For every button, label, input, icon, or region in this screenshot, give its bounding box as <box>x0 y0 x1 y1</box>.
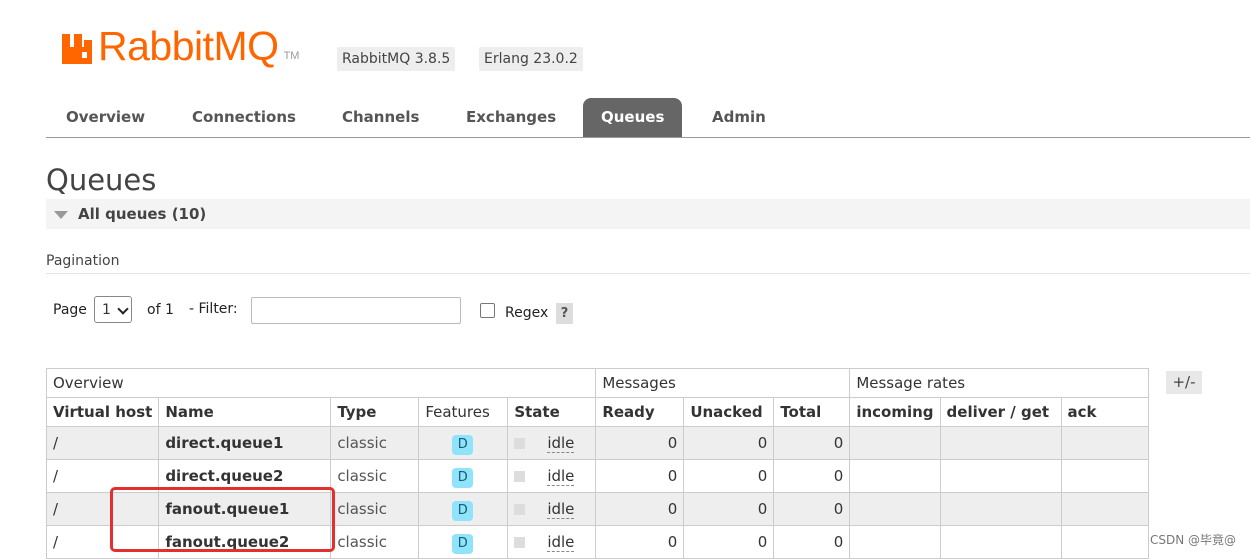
column-header-total[interactable]: Total <box>773 397 851 427</box>
durable-badge: D <box>452 435 474 455</box>
cell-incoming <box>849 426 941 460</box>
cell-ack <box>1060 525 1149 559</box>
cell-unacked: 0 <box>683 459 775 493</box>
state-indicator-icon <box>514 504 526 515</box>
all-queues-label[interactable]: All queues (10) <box>78 205 206 223</box>
cell-ready: 0 <box>595 525 685 559</box>
column-header-features: Features <box>418 397 509 427</box>
cell-type: classic <box>330 459 420 493</box>
cell-vhost: / <box>45 426 160 460</box>
cell-total: 0 <box>773 426 851 460</box>
pagination-divider <box>46 273 1250 274</box>
annotation-highlight-box <box>110 487 335 552</box>
page-select-value: 1 <box>102 302 111 318</box>
state-text: idle <box>547 467 575 486</box>
cell-unacked: 0 <box>683 492 775 526</box>
cell-incoming <box>849 459 941 493</box>
cell-unacked: 0 <box>683 525 775 559</box>
cell-features: D <box>418 525 509 559</box>
group-header-overview: Overview <box>45 368 597 398</box>
queue-name-link[interactable]: direct.queue1 <box>158 426 332 460</box>
logo-text: RabbitMQ <box>98 23 279 69</box>
watermark: CSDN @毕竟@ <box>1149 533 1236 547</box>
group-header-messages: Messages <box>595 368 851 398</box>
column-header-name[interactable]: Name <box>158 397 332 427</box>
filter-input[interactable] <box>251 297 461 324</box>
rabbitmq-version-badge: RabbitMQ 3.8.5 <box>337 47 456 71</box>
chevron-down-icon <box>117 303 129 315</box>
table-row: / direct.queue1 classic D idle 0 0 0 <box>45 426 1149 460</box>
column-header-ready[interactable]: Ready <box>595 397 685 427</box>
all-queues-section-header[interactable] <box>46 199 1250 229</box>
rabbitmq-logo: RabbitMQ TM <box>60 23 300 69</box>
collapse-triangle-icon[interactable] <box>54 211 68 219</box>
tab-admin[interactable]: Admin <box>712 98 766 137</box>
column-header-incoming[interactable]: incoming <box>849 397 941 427</box>
cell-features: D <box>418 426 509 460</box>
regex-help-button[interactable]: ? <box>556 303 573 324</box>
cell-ack <box>1060 459 1149 493</box>
durable-badge: D <box>452 501 474 521</box>
cell-state: idle <box>507 426 597 460</box>
state-indicator-icon <box>514 537 526 548</box>
cell-incoming <box>849 525 941 559</box>
cell-type: classic <box>330 525 420 559</box>
tab-queues[interactable]: Queues <box>583 98 683 137</box>
durable-badge: D <box>452 534 474 554</box>
column-header-deliver-get[interactable]: deliver / get <box>939 397 1062 427</box>
state-text: idle <box>547 434 575 453</box>
cell-features: D <box>418 492 509 526</box>
column-header-unacked[interactable]: Unacked <box>683 397 775 427</box>
cell-state: idle <box>507 492 597 526</box>
state-indicator-icon <box>514 471 526 482</box>
column-header-virtual-host[interactable]: Virtual host <box>45 397 160 427</box>
cell-ready: 0 <box>595 492 685 526</box>
state-indicator-icon <box>514 438 526 449</box>
cell-deliver-get <box>939 426 1062 460</box>
state-text: idle <box>547 533 575 552</box>
erlang-version-badge: Erlang 23.0.2 <box>479 47 583 71</box>
cell-state: idle <box>507 459 597 493</box>
cell-features: D <box>418 459 509 493</box>
state-text: idle <box>547 500 575 519</box>
cell-ready: 0 <box>595 426 685 460</box>
cell-type: classic <box>330 426 420 460</box>
tab-connections[interactable]: Connections <box>192 98 296 137</box>
cell-total: 0 <box>773 525 851 559</box>
page-select[interactable]: 1 <box>94 296 132 323</box>
cell-ready: 0 <box>595 459 685 493</box>
cell-unacked: 0 <box>683 426 775 460</box>
regex-label: Regex <box>505 305 549 321</box>
main-nav: Overview Connections Channels Exchanges … <box>46 98 1250 138</box>
tab-overview[interactable]: Overview <box>66 98 145 137</box>
column-header-type[interactable]: Type <box>330 397 420 427</box>
column-toggle-button[interactable]: +/- <box>1166 371 1202 394</box>
cell-ack <box>1060 492 1149 526</box>
filter-label: - Filter: <box>189 301 238 317</box>
cell-type: classic <box>330 492 420 526</box>
regex-checkbox[interactable] <box>480 303 495 318</box>
group-header-message-rates: Message rates <box>849 368 1149 398</box>
tab-exchanges[interactable]: Exchanges <box>466 98 556 137</box>
cell-deliver-get <box>939 492 1062 526</box>
durable-badge: D <box>452 468 474 488</box>
tab-channels[interactable]: Channels <box>342 98 419 137</box>
cell-deliver-get <box>939 459 1062 493</box>
cell-ack <box>1060 426 1149 460</box>
logo-trademark: TM <box>283 50 300 62</box>
pagination-heading: Pagination <box>46 253 120 269</box>
cell-deliver-get <box>939 525 1062 559</box>
page-label: Page <box>53 302 87 318</box>
cell-state: idle <box>507 525 597 559</box>
page-title: Queues <box>46 163 157 197</box>
cell-total: 0 <box>773 459 851 493</box>
page-of-label: of 1 <box>147 302 174 318</box>
column-header-ack[interactable]: ack <box>1060 397 1149 427</box>
column-header-state[interactable]: State <box>507 397 597 427</box>
cell-incoming <box>849 492 941 526</box>
cell-total: 0 <box>773 492 851 526</box>
rabbitmq-logo-icon <box>62 34 92 64</box>
